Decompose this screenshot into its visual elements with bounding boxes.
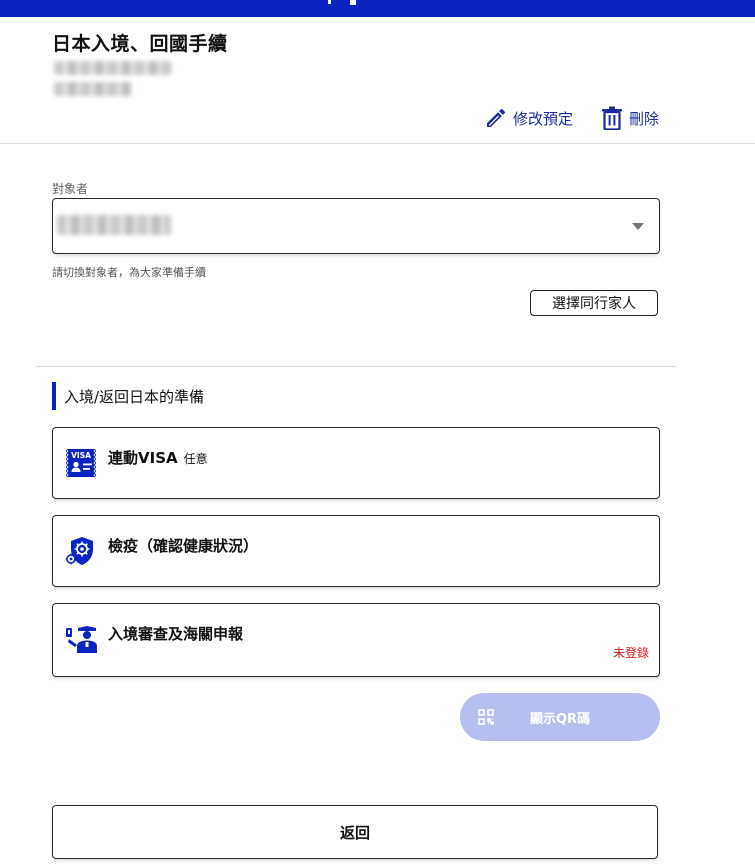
immigration-customs-card[interactable]: 入境審查及海關申報 未登錄 (52, 603, 660, 677)
visa-icon: VISA (65, 447, 97, 479)
header-divider (0, 143, 755, 144)
quarantine-card[interactable]: 檢疫（確認健康狀況） (52, 515, 660, 587)
status-badge-unregistered: 未登錄 (612, 646, 649, 660)
masked-reservation-date (54, 82, 132, 96)
top-app-bar (0, 0, 755, 17)
masked-reservation-info (54, 61, 172, 75)
page-title: 日本入境、回國手續 (52, 33, 228, 55)
quarantine-shield-icon (65, 535, 97, 567)
optional-tag: 任意 (183, 452, 208, 466)
show-qr-code-button[interactable]: 顯示QR碼 (460, 693, 660, 741)
target-person-label: 對象者 (52, 182, 89, 196)
back-button[interactable]: 返回 (52, 805, 658, 859)
trash-icon (601, 106, 623, 130)
immigration-officer-icon (65, 623, 97, 655)
target-person-select[interactable] (52, 198, 660, 254)
delete-reservation-label: 刪除 (629, 109, 660, 128)
edit-reservation-button[interactable]: 修改預定 (484, 106, 573, 130)
pencil-icon (484, 106, 508, 130)
svg-text:VISA: VISA (71, 451, 91, 460)
edit-reservation-label: 修改預定 (513, 109, 574, 128)
visa-card-label: 連動VISA 任意 (108, 447, 208, 468)
app-logo-fragment (322, 0, 358, 6)
visa-link-card[interactable]: VISA 連動VISA 任意 (52, 427, 660, 499)
delete-reservation-button[interactable]: 刪除 (601, 106, 659, 130)
section-divider (36, 366, 676, 367)
immigration-customs-card-label: 入境審查及海關申報 (108, 625, 244, 643)
section-title: 入境/返回日本的準備 (52, 382, 204, 410)
masked-person-name (57, 215, 171, 235)
visa-card-title: 連動VISA (108, 449, 178, 467)
dropdown-arrow-icon (632, 223, 644, 230)
target-person-helper-text: 請切換對象者，為大家準備手續 (52, 266, 206, 279)
show-qr-code-label: 顯示QR碼 (529, 711, 591, 727)
select-companion-button[interactable]: 選擇同行家人 (530, 290, 658, 316)
quarantine-card-label: 檢疫（確認健康狀況） (108, 537, 259, 555)
